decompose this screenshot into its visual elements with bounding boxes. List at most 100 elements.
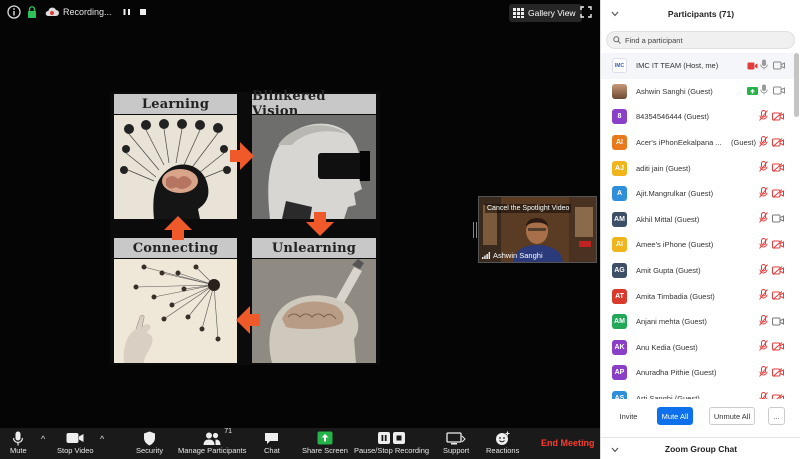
manage-participants-button[interactable]: 71 Manage Participants <box>178 428 247 455</box>
microphone-icon[interactable] <box>760 57 768 75</box>
gallery-view-label: Gallery View <box>528 8 576 18</box>
participant-name: Anjani mehta (Guest) <box>636 317 707 327</box>
video-off-icon[interactable] <box>772 159 784 177</box>
video-on-icon[interactable] <box>772 313 784 331</box>
microphone-muted-icon[interactable] <box>759 262 768 280</box>
participant-name: Arti Sanghi (Guest) <box>636 394 700 399</box>
participant-name: Ashwin Sanghi (Guest) <box>636 86 713 96</box>
participants-panel: Participants (71) Find a participant IMC… <box>600 0 800 459</box>
participant-row[interactable]: AK Anu Kedia (Guest) <box>601 335 794 361</box>
microphone-muted-icon[interactable] <box>759 390 768 399</box>
video-on-icon[interactable] <box>747 57 758 75</box>
video-off-icon[interactable] <box>772 108 784 126</box>
mute-all-button[interactable]: Mute All <box>657 407 693 425</box>
info-icon[interactable] <box>7 5 23 21</box>
encryption-lock-icon[interactable] <box>25 5 41 21</box>
microphone-muted-icon[interactable] <box>759 287 768 305</box>
end-meeting-button[interactable]: End Meeting <box>541 438 595 448</box>
participant-row[interactable]: AS Arti Sanghi (Guest) <box>601 386 794 399</box>
video-off-icon[interactable] <box>772 364 784 382</box>
microphone-muted-icon[interactable] <box>759 364 768 382</box>
microphone-muted-icon[interactable] <box>759 313 768 331</box>
participant-row[interactable]: A Ajit.Mangrulkar (Guest) <box>601 181 794 207</box>
stop-recording-icon[interactable] <box>136 5 152 21</box>
avatar: AM <box>612 314 627 330</box>
invite-button[interactable]: Invite <box>615 407 642 425</box>
microphone-muted-icon[interactable] <box>759 159 768 177</box>
video-on-icon[interactable] <box>747 82 758 100</box>
stop-video-label: Stop Video <box>57 446 94 455</box>
participant-row[interactable]: 8 84354546444 (Guest) <box>601 104 794 130</box>
microphone-muted-icon[interactable] <box>759 338 768 356</box>
fullscreen-icon[interactable] <box>580 5 596 21</box>
video-off-icon[interactable] <box>772 390 784 399</box>
participant-row[interactable]: AM Anjani mehta (Guest) <box>601 309 794 335</box>
microphone-muted-icon[interactable] <box>759 134 768 152</box>
participant-name: IMC IT TEAM (Host, me) <box>636 61 719 71</box>
unmute-all-button[interactable]: Unmute All <box>709 407 755 425</box>
participant-row[interactable]: AP Anuradha Pithie (Guest) <box>601 360 794 386</box>
participants-icon: 71 <box>203 428 232 446</box>
participant-row[interactable]: IMC IMC IT TEAM (Host, me) <box>601 53 794 79</box>
participants-title: Participants (71) <box>667 9 735 19</box>
video-panel-resize-handle[interactable] <box>473 222 477 238</box>
participant-search-input[interactable]: Find a participant <box>606 31 795 49</box>
reactions-button[interactable]: Reactions <box>486 430 519 455</box>
cycle-arrows <box>164 142 334 334</box>
cancel-spotlight-button[interactable]: Cancel the Spotlight Video <box>485 204 572 213</box>
collapse-chevron-icon[interactable] <box>611 9 619 19</box>
pause-recording-icon[interactable] <box>120 5 136 21</box>
remote-support-icon <box>446 430 466 446</box>
support-button[interactable]: Support <box>443 430 469 455</box>
video-off-icon[interactable] <box>772 287 784 305</box>
video-off-icon[interactable] <box>772 262 784 280</box>
video-off-icon[interactable] <box>772 134 784 152</box>
more-options-button[interactable]: ... <box>768 407 785 425</box>
microphone-muted-icon[interactable] <box>759 210 768 228</box>
video-off-icon[interactable] <box>772 236 784 254</box>
chat-button[interactable]: Chat <box>264 430 280 455</box>
participant-row[interactable]: Ashwin Sanghi (Guest) <box>601 79 794 105</box>
video-off-icon[interactable] <box>772 185 784 203</box>
cloud-recording-icon <box>44 5 60 21</box>
scrollbar-thumb[interactable] <box>794 53 799 117</box>
microphone-muted-icon[interactable] <box>759 236 768 254</box>
spotlight-video-tile[interactable]: Cancel the Spotlight Video Ashwin Sanghi <box>478 196 597 263</box>
microphone-muted-icon[interactable] <box>759 108 768 126</box>
participant-row[interactable]: AI Amee's iPhone (Guest) <box>601 232 794 258</box>
avatar: AS <box>612 391 627 399</box>
manage-participants-label: Manage Participants <box>178 446 247 455</box>
participant-row[interactable]: AM Akhil Mittal (Guest) <box>601 207 794 233</box>
participant-row[interactable]: AI Acer's iPhonEekalpana ... (Guest) <box>601 130 794 156</box>
pause-stop-recording-button[interactable]: Pause/Stop Recording <box>354 430 429 455</box>
video-off-icon[interactable] <box>772 338 784 356</box>
participant-name: Anu Kedia (Guest) <box>636 342 698 352</box>
spotlight-name-tag: Ashwin Sanghi <box>482 251 543 260</box>
share-screen-icon <box>317 430 333 446</box>
participant-row[interactable]: AT Amita Timbadia (Guest) <box>601 283 794 309</box>
participant-row[interactable]: AJ aditi jain (Guest) <box>601 155 794 181</box>
camera-icon[interactable] <box>773 82 785 100</box>
mute-button[interactable]: Mute <box>10 430 27 455</box>
video-on-icon[interactable] <box>772 210 784 228</box>
chat-label: Chat <box>264 446 280 455</box>
camera-icon[interactable] <box>773 57 785 75</box>
participant-row[interactable]: AG Amit Gupta (Guest) <box>601 258 794 284</box>
zoom-group-chat-header[interactable]: Zoom Group Chat <box>601 437 800 459</box>
gallery-view-button[interactable]: Gallery View <box>509 4 582 22</box>
microphone-icon[interactable] <box>760 82 768 100</box>
share-screen-button[interactable]: Share Screen <box>302 430 348 455</box>
audio-options-chevron-icon[interactable]: ^ <box>41 434 45 444</box>
stop-video-button[interactable]: Stop Video <box>57 430 94 455</box>
participant-list-scrollbar[interactable] <box>794 53 799 399</box>
participant-name: Akhil Mittal (Guest) <box>636 214 700 224</box>
security-button[interactable]: Security <box>136 430 163 455</box>
search-placeholder: Find a participant <box>625 35 683 45</box>
participant-name: Ajit.Mangrulkar (Guest) <box>636 189 714 199</box>
microphone-muted-icon[interactable] <box>759 185 768 203</box>
participant-count-badge: 71 <box>224 428 232 435</box>
expand-chevron-icon[interactable] <box>611 445 619 455</box>
avatar: AG <box>612 263 627 279</box>
avatar: A <box>612 186 627 202</box>
video-options-chevron-icon[interactable]: ^ <box>100 434 104 444</box>
